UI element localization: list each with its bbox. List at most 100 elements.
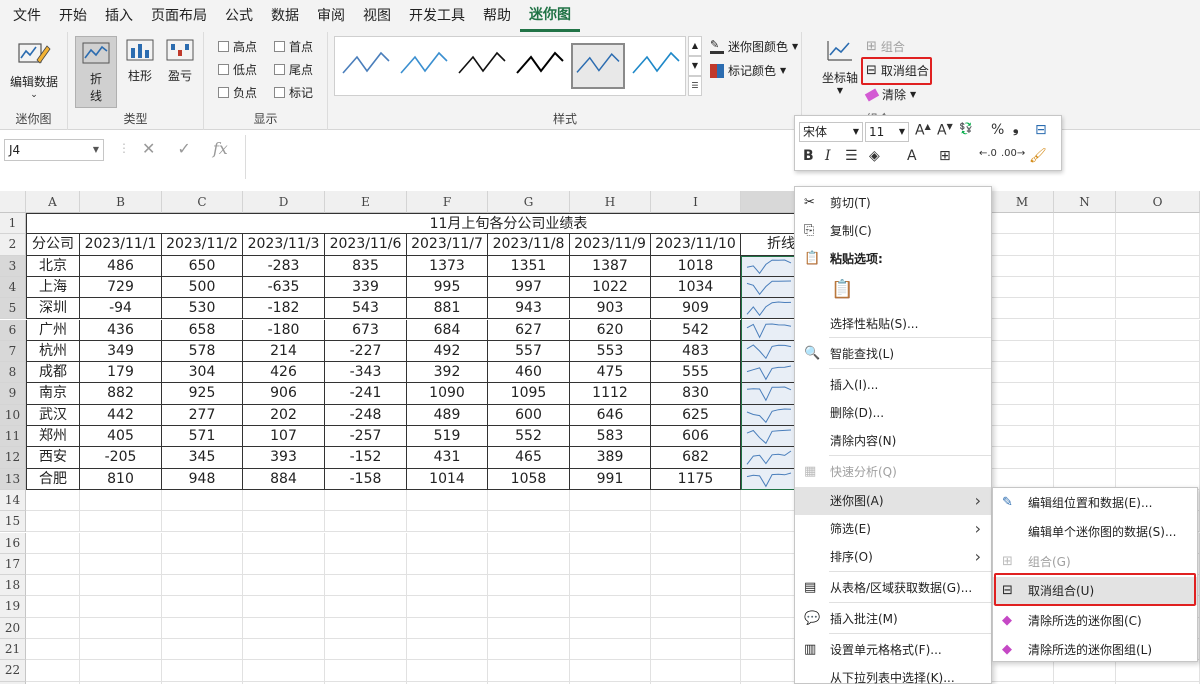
table-cell[interactable]: 578 (162, 340, 243, 363)
table-cell[interactable]: 606 (651, 426, 741, 448)
grid-cell[interactable] (1116, 426, 1200, 448)
style-swatch[interactable] (339, 43, 393, 89)
table-cell[interactable]: -227 (325, 340, 407, 363)
table-cell[interactable]: 483 (651, 340, 741, 363)
grid-cell[interactable] (26, 511, 80, 533)
menu-tab[interactable]: 视图 (354, 0, 400, 32)
row-header[interactable]: 16 (0, 532, 26, 554)
grid-cell[interactable] (1116, 213, 1200, 235)
table-cell[interactable]: 1022 (570, 276, 651, 299)
marker-checkbox[interactable]: 标记 (274, 84, 313, 101)
submenu-item[interactable]: ◆ 清除所选的迷你图组(L) (993, 636, 1197, 664)
table-cell[interactable]: 1018 (651, 255, 741, 277)
grid-cell[interactable] (488, 596, 570, 618)
menu-tab[interactable]: 帮助 (474, 0, 520, 32)
context-menu-item[interactable]: 筛选(E) › (795, 515, 991, 543)
grid-cell[interactable] (570, 489, 651, 512)
row-header[interactable]: 22 (0, 660, 26, 682)
grid-cell[interactable] (991, 276, 1054, 299)
grid-cell[interactable] (80, 553, 162, 576)
table-cell[interactable]: 389 (570, 447, 651, 469)
grid-cell[interactable] (570, 511, 651, 533)
grid-cell[interactable] (570, 660, 651, 682)
row-header[interactable]: 14 (0, 489, 26, 512)
grid-cell[interactable] (570, 553, 651, 576)
column-header[interactable]: A (26, 191, 80, 213)
grid-cell[interactable] (162, 596, 243, 618)
context-menu-item[interactable]: 🔍 智能查找(L) (795, 340, 991, 368)
grid-cell[interactable] (325, 617, 407, 639)
font-size-dropdown[interactable]: 11 ▼ (865, 122, 909, 142)
table-cell[interactable]: 552 (488, 426, 570, 448)
table-cell[interactable]: 650 (162, 255, 243, 277)
grid-cell[interactable] (80, 511, 162, 533)
group-button[interactable]: ⊞ 组合 (866, 38, 905, 55)
grid-cell[interactable] (243, 553, 325, 576)
grid-cell[interactable] (991, 362, 1054, 384)
table-cell[interactable]: 1090 (407, 383, 488, 405)
grid-cell[interactable] (162, 639, 243, 661)
grid-cell[interactable] (1054, 255, 1116, 277)
table-cell[interactable]: 903 (570, 298, 651, 320)
grid-cell[interactable] (651, 617, 741, 639)
table-cell[interactable]: -158 (325, 468, 407, 490)
grid-cell[interactable] (80, 596, 162, 618)
table-cell[interactable]: 1351 (488, 255, 570, 277)
grid-cell[interactable] (162, 553, 243, 576)
grid-cell[interactable] (1054, 447, 1116, 469)
table-cell[interactable]: -248 (325, 404, 407, 426)
grid-cell[interactable] (26, 553, 80, 576)
table-cell[interactable]: 729 (80, 276, 162, 299)
grid-cell[interactable] (1054, 319, 1116, 341)
scroll-down-icon[interactable]: ▼ (688, 56, 702, 76)
grid-cell[interactable] (651, 532, 741, 554)
grid-cell[interactable] (243, 639, 325, 661)
grid-cell[interactable] (80, 660, 162, 682)
grid-cell[interactable] (488, 489, 570, 512)
font-dropdown[interactable]: 宋体 ▼ (799, 122, 863, 142)
row-header[interactable]: 17 (0, 553, 26, 576)
grid-cell[interactable] (1116, 383, 1200, 405)
table-cell[interactable]: 345 (162, 447, 243, 469)
menu-tab[interactable]: 开发工具 (400, 0, 474, 32)
grid-cell[interactable] (1054, 298, 1116, 320)
grid-cell[interactable] (488, 511, 570, 533)
last-point-checkbox[interactable]: 尾点 (274, 61, 313, 78)
table-cell[interactable]: 906 (243, 383, 325, 405)
table-cell[interactable]: 304 (162, 362, 243, 384)
grid-cell[interactable] (162, 511, 243, 533)
borders-icon[interactable]: ⊞ (939, 148, 951, 164)
menu-tab[interactable]: 页面布局 (142, 0, 216, 32)
style-gallery-scroll[interactable]: ▲ ▼ ☰ (688, 36, 702, 96)
paste-option-icon[interactable]: 📋 (831, 279, 853, 300)
table-header-cell[interactable]: 2023/11/9 (570, 234, 651, 256)
context-menu-item[interactable]: 📋 粘贴选项: (795, 245, 991, 273)
table-row-label[interactable]: 武汉 (26, 404, 80, 426)
context-menu-item[interactable]: ✂ 剪切(T) (795, 189, 991, 217)
grid-cell[interactable] (1116, 404, 1200, 426)
table-header-cell[interactable]: 2023/11/8 (488, 234, 570, 256)
column-header[interactable]: D (243, 191, 325, 213)
table-cell[interactable]: 1014 (407, 468, 488, 490)
table-cell[interactable]: 492 (407, 340, 488, 363)
table-cell[interactable]: 997 (488, 276, 570, 299)
context-menu-item[interactable]: 从下拉列表中选择(K)... (795, 664, 991, 684)
row-header[interactable]: 4 (0, 276, 26, 299)
table-cell[interactable]: 519 (407, 426, 488, 448)
grid-cell[interactable] (407, 553, 488, 576)
grid-cell[interactable] (991, 255, 1054, 277)
table-header-cell[interactable]: 2023/11/10 (651, 234, 741, 256)
grid-cell[interactable] (243, 617, 325, 639)
table-cell[interactable]: 405 (80, 426, 162, 448)
menu-tab[interactable]: 文件 (4, 0, 50, 32)
column-header[interactable]: F (407, 191, 488, 213)
increase-decimal-icon[interactable]: ←.0 (979, 148, 997, 159)
submenu-item[interactable]: ✎ 编辑组位置和数据(E)... (993, 489, 1197, 517)
grid-cell[interactable] (651, 553, 741, 576)
grid-cell[interactable] (488, 532, 570, 554)
grid-cell[interactable] (1116, 276, 1200, 299)
table-row-label[interactable]: 成都 (26, 362, 80, 384)
table-cell[interactable]: 909 (651, 298, 741, 320)
table-cell[interactable]: -205 (80, 447, 162, 469)
italic-icon[interactable]: I (825, 148, 831, 164)
